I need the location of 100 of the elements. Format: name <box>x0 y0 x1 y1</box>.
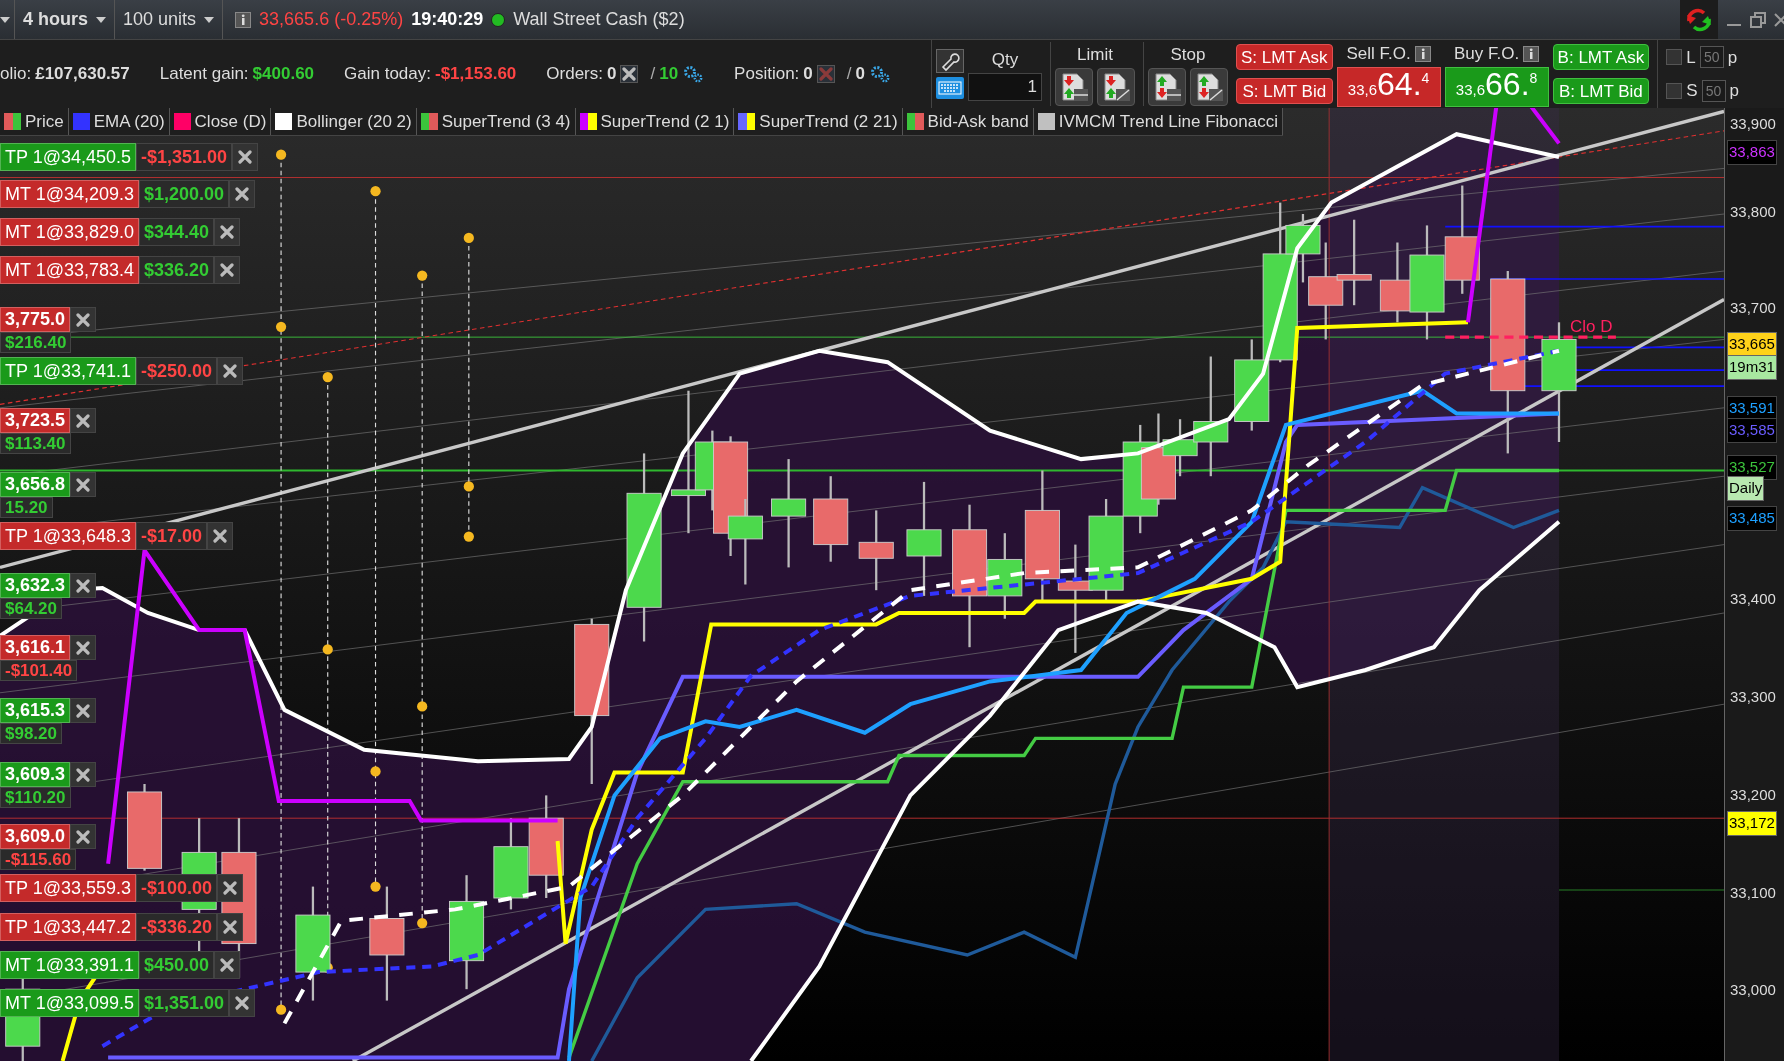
restore-icon[interactable] <box>1750 11 1766 28</box>
legend-item[interactable]: SuperTrend (2 21) <box>734 108 903 135</box>
order-type-button[interactable] <box>1055 67 1093 106</box>
cancel-order-button[interactable] <box>70 635 97 660</box>
legend-label: Price <box>25 110 64 133</box>
points-field[interactable]: 50 <box>1699 46 1724 69</box>
cancel-order-button[interactable] <box>229 989 256 1017</box>
info-icon[interactable] <box>235 11 252 28</box>
order-label[interactable]: MT 1@34,209.3 <box>0 180 139 208</box>
close-icon <box>622 67 637 81</box>
axis-tick-label: 33,300 <box>1730 687 1776 707</box>
axis-tick-label: 33,200 <box>1730 785 1776 805</box>
legend-item[interactable]: SuperTrend (3 4) <box>416 108 576 135</box>
legend-item[interactable]: SuperTrend (2 1) <box>575 108 735 135</box>
cancel-order-button[interactable] <box>229 180 256 208</box>
order-label[interactable]: 3,609.3 <box>0 762 71 787</box>
buy-limit-ask-button[interactable]: B: LMT Ask <box>1552 44 1650 70</box>
cancel-order-button[interactable] <box>214 218 241 246</box>
order-label[interactable]: MT 1@33,391.1 <box>0 951 139 979</box>
order-pnl: -$17.00 <box>136 522 208 550</box>
sell-label: Sell F.O. <box>1346 43 1411 66</box>
cancel-order-button[interactable] <box>217 874 244 902</box>
refresh-button[interactable] <box>1680 0 1718 39</box>
order-label[interactable]: 3,615.3 <box>0 698 71 723</box>
order-type-button[interactable] <box>1190 67 1228 106</box>
cancel-order-button[interactable] <box>217 357 244 385</box>
order-label[interactable]: MT 1@33,099.5 <box>0 989 139 1017</box>
order-label[interactable]: 3,632.3 <box>0 573 71 598</box>
close-icon <box>220 263 235 277</box>
legend-label: Bid-Ask band <box>927 110 1029 133</box>
close-icon <box>223 364 238 378</box>
order-label[interactable]: 3,723.5 <box>0 408 71 433</box>
legend-item[interactable]: IVMCM Trend Line Fibonacci <box>1033 108 1283 135</box>
cancel-all-button[interactable] <box>620 65 639 83</box>
cancel-order-button[interactable] <box>70 762 97 787</box>
order-pnl: $98.20 <box>0 723 62 744</box>
sell-limit-ask-button[interactable]: S: LMT Ask <box>1236 44 1333 70</box>
order-pnl: -$115.60 <box>0 849 77 870</box>
close-icon <box>235 996 250 1010</box>
cancel-order-button[interactable] <box>70 573 97 598</box>
caret-icon <box>204 16 215 23</box>
cancel-order-button[interactable] <box>70 408 97 433</box>
gears-icon[interactable] <box>682 65 705 83</box>
close-icon <box>223 920 238 934</box>
legend-label: IVMCM Trend Line Fibonacci <box>1058 110 1278 133</box>
order-label[interactable]: TP 1@33,648.3 <box>0 522 137 550</box>
order-label[interactable]: TP 1@34,450.5 <box>0 143 137 171</box>
cancel-order-button[interactable] <box>70 824 97 849</box>
price-highlight-tag: 19m31 <box>1727 355 1777 380</box>
order-label[interactable]: TP 1@33,559.3 <box>0 874 137 902</box>
legend-item[interactable]: Bid-Ask band <box>902 108 1034 135</box>
buy-limit-bid-button[interactable]: B: LMT Bid <box>1552 78 1650 104</box>
cancel-order-button[interactable] <box>214 951 241 979</box>
order-type-button[interactable] <box>1097 67 1135 106</box>
checkbox[interactable] <box>1666 82 1683 99</box>
legend-item[interactable]: Bollinger (20 2) <box>271 108 417 135</box>
close-icon <box>223 881 238 895</box>
counter-limit: 0 <box>855 63 865 86</box>
cancel-order-button[interactable] <box>232 143 259 171</box>
legend-item[interactable]: Close (D) <box>169 108 272 135</box>
order-document-icon <box>1152 71 1182 102</box>
cancel-order-button[interactable] <box>70 698 97 723</box>
legend-item[interactable]: EMA (20) <box>68 108 170 135</box>
order-label[interactable]: 3,656.8 <box>0 472 71 497</box>
order-pnl: -$100.00 <box>136 874 218 902</box>
gears-icon[interactable] <box>869 65 891 83</box>
order-label[interactable]: TP 1@33,447.2 <box>0 913 137 941</box>
cancel-order-button[interactable] <box>207 522 234 550</box>
points-field[interactable]: 50 <box>1701 79 1726 102</box>
checkbox[interactable] <box>1666 49 1683 66</box>
order-label[interactable]: MT 1@33,783.4 <box>0 256 139 284</box>
order-label[interactable]: 3,616.1 <box>0 635 71 660</box>
timeframe-dropdown[interactable]: 4 hours <box>15 0 115 39</box>
cancel-order-button[interactable] <box>217 913 244 941</box>
info-icon[interactable] <box>1414 46 1431 62</box>
order-pnl: -$250.00 <box>136 357 218 385</box>
order-label[interactable]: 3,775.0 <box>0 307 71 332</box>
price-highlight-tag: Daily <box>1727 476 1765 501</box>
sell-limit-bid-button[interactable]: S: LMT Bid <box>1236 78 1333 104</box>
units-dropdown[interactable]: 100 units <box>115 0 224 39</box>
close-icon[interactable] <box>1774 11 1784 28</box>
order-label[interactable]: MT 1@33,829.0 <box>0 218 139 246</box>
close-icon <box>76 578 91 593</box>
legend-label: SuperTrend (2 21) <box>759 110 898 133</box>
axis-tick-label: 33,800 <box>1730 202 1776 222</box>
close-icon <box>220 225 235 239</box>
quantity-field[interactable]: 1 <box>968 72 1042 101</box>
cancel-order-button[interactable] <box>70 472 97 497</box>
wrench-icon[interactable] <box>936 49 964 73</box>
counter-value: 0 <box>607 63 617 86</box>
order-document-icon <box>1194 71 1224 102</box>
legend-item[interactable]: Price <box>0 108 69 135</box>
order-label[interactable]: 3,609.0 <box>0 824 71 849</box>
cancel-order-button[interactable] <box>70 307 97 332</box>
order-label[interactable]: TP 1@33,741.1 <box>0 357 137 385</box>
info-icon[interactable] <box>1523 46 1540 62</box>
close-icon <box>213 529 228 543</box>
order-type-button[interactable] <box>1148 67 1186 106</box>
axis-tick-label: 33,700 <box>1730 298 1776 318</box>
cancel-order-button[interactable] <box>214 256 241 284</box>
